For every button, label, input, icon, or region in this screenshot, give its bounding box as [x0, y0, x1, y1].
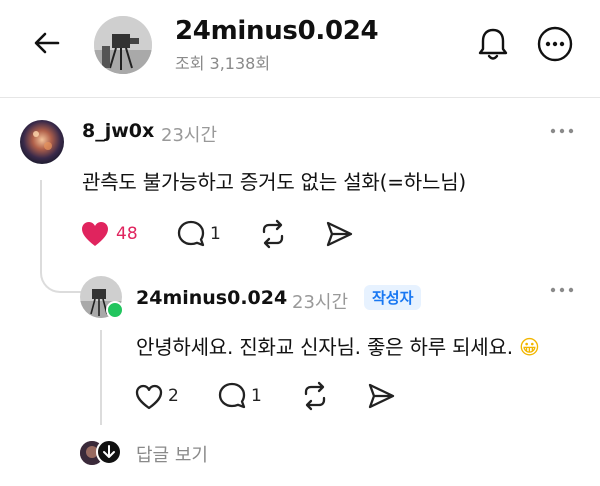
repost-icon	[262, 219, 284, 249]
reply-share-button[interactable]	[366, 381, 396, 411]
more-options-button[interactable]	[535, 24, 575, 64]
reply-text-body: 안녕하세요. 진화교 신자님. 좋은 하루 되세요.	[136, 335, 520, 359]
send-icon	[326, 221, 353, 247]
reply-button[interactable]	[176, 219, 206, 249]
notification-button[interactable]	[473, 24, 513, 64]
view-replies-avatars[interactable]	[80, 439, 122, 467]
reply-text: 안녕하세요. 진화교 신자님. 좋은 하루 되세요. 😀	[136, 331, 540, 360]
arrow-left-icon	[34, 32, 60, 54]
bell-icon	[478, 28, 508, 60]
more-horizontal-icon	[550, 128, 574, 134]
reply-like-count: 2	[168, 386, 179, 406]
grinning-emoji: 😀	[519, 335, 540, 359]
reply-count: 1	[210, 224, 221, 244]
like-count: 48	[116, 224, 138, 244]
repost-icon	[304, 381, 326, 411]
header-divider	[0, 97, 600, 98]
online-status-dot	[106, 301, 124, 319]
repost-button[interactable]	[258, 219, 288, 249]
more-horizontal-icon	[550, 287, 574, 293]
profile-avatar[interactable]	[94, 16, 152, 74]
reply-reply-button[interactable]	[217, 381, 247, 411]
reply-like-button[interactable]	[134, 383, 164, 411]
comment-time: 23시간	[161, 125, 218, 146]
comment-bubble-icon	[218, 382, 246, 409]
arrow-down-circle-icon	[96, 439, 122, 465]
reply-repost-button[interactable]	[300, 381, 330, 411]
reply-more-button[interactable]	[548, 283, 576, 297]
view-replies-link[interactable]: 답글 보기	[136, 441, 208, 467]
page-title: 24minus0.024	[175, 16, 379, 46]
more-circle-icon	[537, 26, 573, 62]
commenter-username[interactable]: 8_jw0x	[82, 120, 154, 142]
heart-outline-icon	[135, 384, 163, 410]
thread-line	[40, 180, 42, 265]
view-count: 조회 3,138회	[175, 54, 271, 73]
comment-bubble-icon	[177, 220, 205, 247]
comment-more-button[interactable]	[548, 124, 576, 138]
heart-filled-icon	[82, 222, 108, 246]
share-button[interactable]	[324, 219, 354, 249]
reply-thread-line	[100, 330, 102, 425]
like-button[interactable]	[80, 220, 110, 248]
send-icon	[368, 383, 395, 409]
reply-author-username[interactable]: 24minus0.024	[136, 287, 287, 309]
reply-reply-count: 1	[251, 386, 262, 406]
reply-time: 23시간	[292, 292, 349, 313]
author-badge: 작성자	[364, 285, 422, 310]
comment-text: 관측도 불가능하고 증거도 없는 설화(=하느님)	[82, 170, 466, 194]
commenter-avatar[interactable]	[20, 120, 64, 164]
back-button[interactable]	[30, 26, 64, 60]
thread-curve	[40, 255, 82, 293]
